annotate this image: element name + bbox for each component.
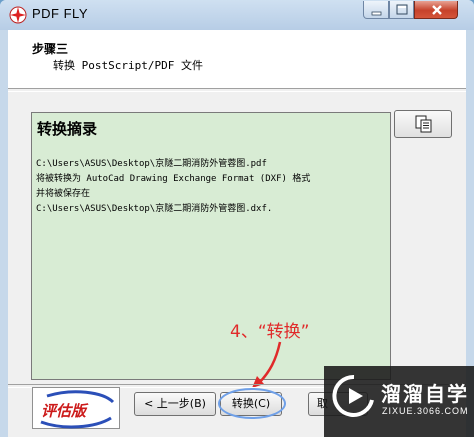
- annotation-arrow-icon: [252, 341, 282, 388]
- wizard-header: 步骤三 转换 PostScript/PDF 文件: [8, 30, 466, 88]
- summary-line-target: C:\Users\ASUS\Desktop\京隧二期消防外管蓉图.dxf.: [36, 204, 273, 214]
- copy-button[interactable]: [394, 110, 452, 138]
- summary-line-source: C:\Users\ASUS\Desktop\京隧二期消防外管蓉图.pdf: [36, 159, 267, 169]
- summary-line-save: 并将被保存在: [36, 189, 91, 199]
- watermark-name: 溜溜自学: [381, 382, 469, 406]
- window-title: PDF FLY: [32, 6, 88, 21]
- header-divider: [8, 88, 466, 92]
- watermark-overlay: 溜溜自学 ZIXUE.3066.COM: [324, 366, 474, 437]
- evaluation-logo: 评估版: [32, 387, 120, 429]
- convert-highlight-ring: [218, 388, 286, 419]
- play-logo-icon: [332, 374, 374, 417]
- conversion-summary-panel: 转换摘录 C:\Users\ASUS\Desktop\京隧二期消防外管蓉图.pd…: [31, 112, 391, 380]
- step-title: 步骤三: [32, 42, 69, 56]
- app-window: PDF FLY 步骤三 转换 PostScript/PDF 文件 转换摘录 C:…: [0, 0, 474, 437]
- back-button[interactable]: < 上一步(B): [134, 392, 216, 416]
- evaluation-label: 评估版: [41, 402, 87, 420]
- summary-title: 转换摘录: [37, 120, 98, 138]
- title-bar[interactable]: PDF FLY: [0, 0, 474, 30]
- step-subtitle: 转换 PostScript/PDF 文件: [53, 59, 203, 72]
- close-button[interactable]: [414, 1, 458, 19]
- maximize-button[interactable]: [389, 1, 414, 19]
- watermark-url: ZIXUE.3066.COM: [382, 406, 469, 416]
- step-annotation: 4、“转换”: [230, 322, 310, 342]
- summary-text: C:\Users\ASUS\Desktop\京隧二期消防外管蓉图.pdf 将被转换…: [36, 157, 310, 217]
- minimize-button[interactable]: [363, 1, 389, 19]
- summary-line-format: 将被转换为 AutoCad Drawing Exchange Format (D…: [36, 174, 311, 184]
- pdf-fly-app-icon[interactable]: [9, 6, 27, 24]
- copy-clipboard-icon: [415, 115, 432, 133]
